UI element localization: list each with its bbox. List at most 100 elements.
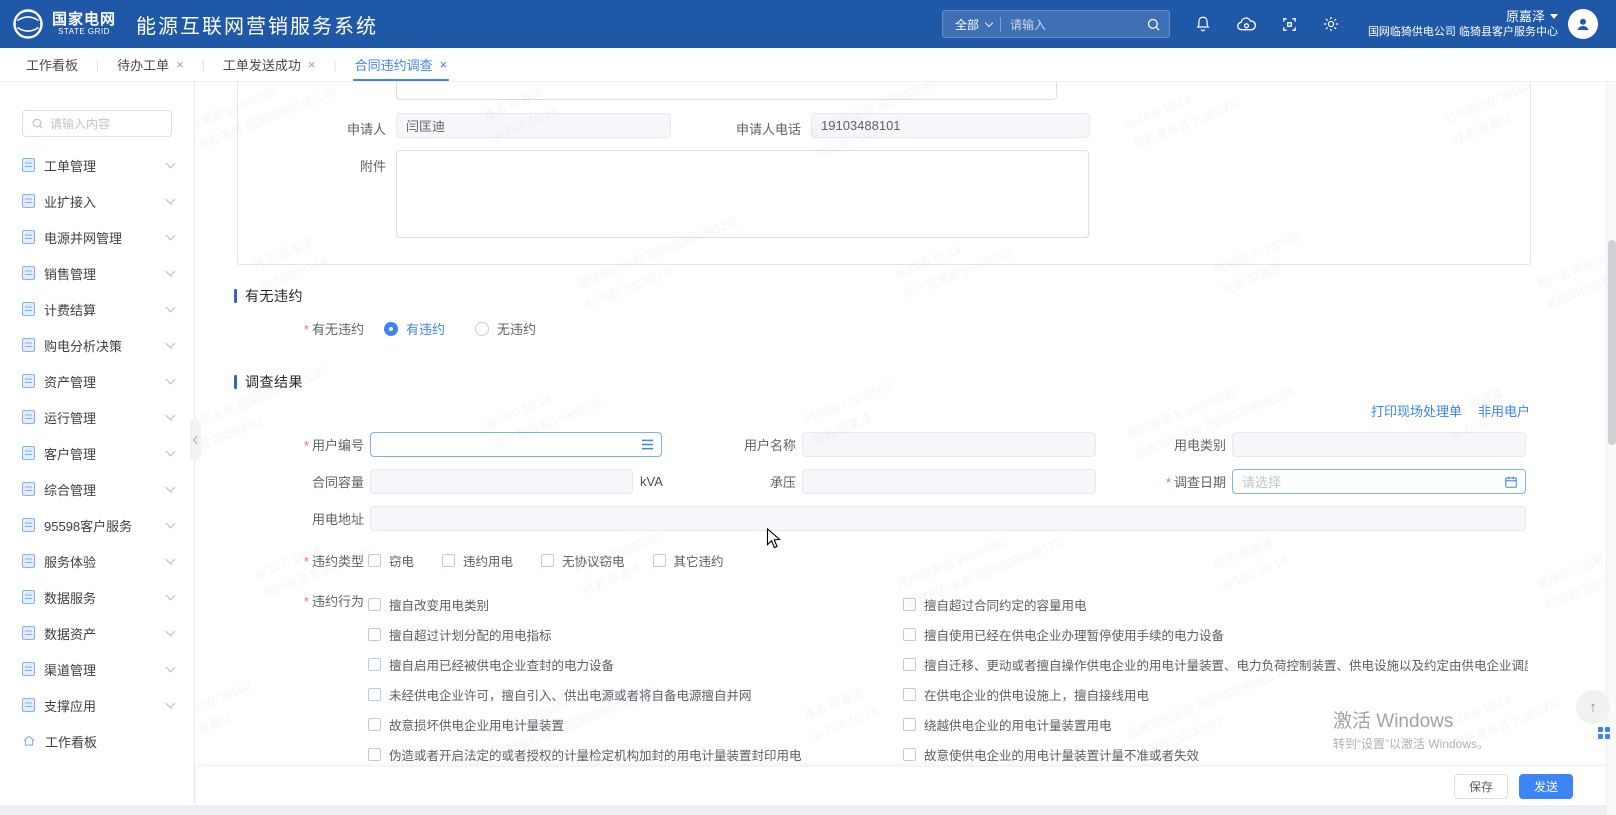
tab-label: 待办工单 <box>117 55 169 74</box>
behavior-checkbox-right-1[interactable]: 擅自超过合同约定的容量用电 <box>903 589 1528 619</box>
back-to-top-button[interactable]: ↑ <box>1576 690 1610 724</box>
calendar-icon[interactable] <box>1504 475 1518 489</box>
breach-type-checkbox-4[interactable]: 其它违约 <box>653 551 724 570</box>
checkbox-icon <box>903 628 916 641</box>
tab-close-icon[interactable]: × <box>308 58 316 71</box>
tab-1[interactable]: 工作看板 <box>20 48 84 81</box>
search-scope-select[interactable]: 全部 <box>943 16 1000 33</box>
chevron-down-icon <box>166 518 176 528</box>
behavior-checkbox-left-1[interactable]: 擅自改变用电类别 <box>368 589 903 619</box>
breach-type-checkbox-3[interactable]: 无协议窃电 <box>541 551 625 570</box>
behavior-checkbox-right-3[interactable]: 擅自迁移、更动或者擅自操作供电企业的用电计量装置、电力负荷控制装置、供电设施以及… <box>903 649 1528 679</box>
sidebar-item-17[interactable]: 工作看板 <box>0 723 194 759</box>
breach-type-checkbox-1[interactable]: 窃电 <box>368 551 414 570</box>
applicant-input[interactable] <box>396 113 671 138</box>
sidebar-collapse-handle[interactable] <box>190 420 201 460</box>
radio-option-2[interactable]: 无违约 <box>475 319 536 338</box>
sidebar: 请输入内容 工单管理业扩接入电源并网管理销售管理计费结算购电分析决策资产管理运行… <box>0 82 195 805</box>
checkbox-icon <box>368 554 381 567</box>
tab-close-icon[interactable]: × <box>176 58 184 71</box>
sidebar-item-5[interactable]: 计费结算 <box>0 291 194 327</box>
tab-3[interactable]: 工单发送成功× <box>217 48 322 81</box>
user-name-input[interactable] <box>802 432 1096 457</box>
checkbox-icon <box>903 658 916 671</box>
checkbox-icon <box>368 748 381 761</box>
sidebar-item-label: 电源并网管理 <box>44 228 158 247</box>
behavior-checkbox-left-6[interactable]: 伪造或者开启法定的或者授权的计量检定机构加封的用电计量装置封印用电 <box>368 739 903 767</box>
sidebar-item-14[interactable]: 数据资产 <box>0 615 194 651</box>
attachment-area[interactable] <box>396 150 1089 238</box>
sidebar-item-12[interactable]: 服务体验 <box>0 543 194 579</box>
tab-2[interactable]: 待办工单 × <box>111 48 190 81</box>
windows-activation-notice: 激活 Windows 转到“设置”以激活 Windows。 <box>1333 710 1489 752</box>
survey-date-input[interactable] <box>1232 469 1526 494</box>
cloud-icon[interactable] <box>1236 15 1257 33</box>
print-site-form-link[interactable]: 打印现场处理单 <box>1371 401 1462 420</box>
behavior-checkbox-left-3[interactable]: 擅自启用已经被供电企业查封的电力设备 <box>368 649 903 679</box>
checkbox-label: 无协议窃电 <box>562 551 625 570</box>
document-icon <box>22 338 35 352</box>
tab-close-icon[interactable]: × <box>440 58 448 71</box>
result-section-title: 调查结果 <box>234 372 1606 392</box>
checkbox-label: 擅自迁移、更动或者擅自操作供电企业的用电计量装置、电力负荷控制装置、供电设施以及… <box>924 655 1528 674</box>
tab-label: 工作看板 <box>26 55 78 74</box>
sidebar-item-13[interactable]: 数据服务 <box>0 579 194 615</box>
user-name-label: 用户名称 <box>662 435 800 454</box>
sidebar-item-10[interactable]: 综合管理 <box>0 471 194 507</box>
save-button[interactable]: 保存 <box>1454 774 1508 799</box>
truncated-input[interactable] <box>396 82 1057 100</box>
sidebar-item-4[interactable]: 销售管理 <box>0 255 194 291</box>
elec-category-input[interactable] <box>1232 432 1526 457</box>
document-icon <box>22 230 35 244</box>
behavior-checkbox-right-2[interactable]: 擅自使用已经在供电企业办理暂停使用手续的电力设备 <box>903 619 1528 649</box>
sidebar-item-1[interactable]: 工单管理 <box>0 147 194 183</box>
behavior-checkbox-left-5[interactable]: 故意损坏供电企业用电计量装置 <box>368 709 903 739</box>
sidebar-item-2[interactable]: 业扩接入 <box>0 183 194 219</box>
sidebar-item-3[interactable]: 电源并网管理 <box>0 219 194 255</box>
widget-grid-icon[interactable] <box>1598 727 1610 739</box>
notification-bell-icon[interactable] <box>1194 15 1212 33</box>
gear-icon[interactable] <box>1322 15 1340 33</box>
elec-address-input[interactable] <box>370 506 1526 531</box>
chevron-down-icon <box>166 194 176 204</box>
user-menu[interactable]: 原嘉泽 国网临猗供电公司 临猗县客户服务中心 <box>1368 8 1558 40</box>
voltage-input[interactable] <box>802 469 1096 494</box>
behavior-checkbox-left-4[interactable]: 未经供电企业许可，擅自引入、供出电源或者将自备电源擅自并网 <box>368 679 903 709</box>
sidebar-item-15[interactable]: 渠道管理 <box>0 651 194 687</box>
contract-capacity-input[interactable] <box>370 469 633 494</box>
behavior-checkbox-left-2[interactable]: 擅自超过计划分配的用电指标 <box>368 619 903 649</box>
sidebar-item-6[interactable]: 购电分析决策 <box>0 327 194 363</box>
search-input[interactable]: 请输入 <box>1001 16 1146 33</box>
sidebar-item-16[interactable]: 支撑应用 <box>0 687 194 723</box>
send-button[interactable]: 发送 <box>1519 774 1573 799</box>
brand-name-en: STATE GRID <box>52 28 116 36</box>
non-electricity-user-link[interactable]: 非用电户 <box>1478 401 1530 420</box>
brand-logo: 国家电网 STATE GRID <box>12 8 116 40</box>
scrollbar-thumb[interactable] <box>1608 240 1616 445</box>
radio-option-1[interactable]: 有违约 <box>384 319 445 338</box>
section-bar <box>234 289 237 303</box>
tab-separator: | <box>333 58 336 72</box>
scan-fullscreen-icon[interactable] <box>1281 16 1298 33</box>
list-select-icon[interactable] <box>641 439 654 450</box>
sidebar-search-input[interactable]: 请输入内容 <box>22 110 172 137</box>
search-icon[interactable] <box>1146 17 1169 32</box>
breach-type-checkbox-2[interactable]: 违约用电 <box>442 551 513 570</box>
user-no-input[interactable] <box>370 432 662 457</box>
document-icon <box>22 266 35 280</box>
sidebar-item-8[interactable]: 运行管理 <box>0 399 194 435</box>
brand-text: 国家电网 STATE GRID <box>52 12 116 36</box>
chevron-left-icon <box>192 436 200 444</box>
behavior-checkbox-right-4[interactable]: 在供电企业的供电设施上，擅自接线用电 <box>903 679 1528 709</box>
page-title: 能源互联网营销服务系统 <box>136 10 378 39</box>
checkbox-label: 故意使供电企业的用电计量装置计量不准或者失效 <box>924 745 1199 764</box>
chevron-down-icon <box>166 446 176 456</box>
applicant-phone-input[interactable] <box>811 113 1090 138</box>
radio-label: 有违约 <box>406 319 445 338</box>
sidebar-item-11[interactable]: 95598客户服务 <box>0 507 194 543</box>
tab-4[interactable]: 合同违约调查× <box>349 48 454 81</box>
sidebar-item-9[interactable]: 客户管理 <box>0 435 194 471</box>
chevron-down-icon <box>166 230 176 240</box>
avatar[interactable] <box>1568 9 1598 39</box>
sidebar-item-7[interactable]: 资产管理 <box>0 363 194 399</box>
